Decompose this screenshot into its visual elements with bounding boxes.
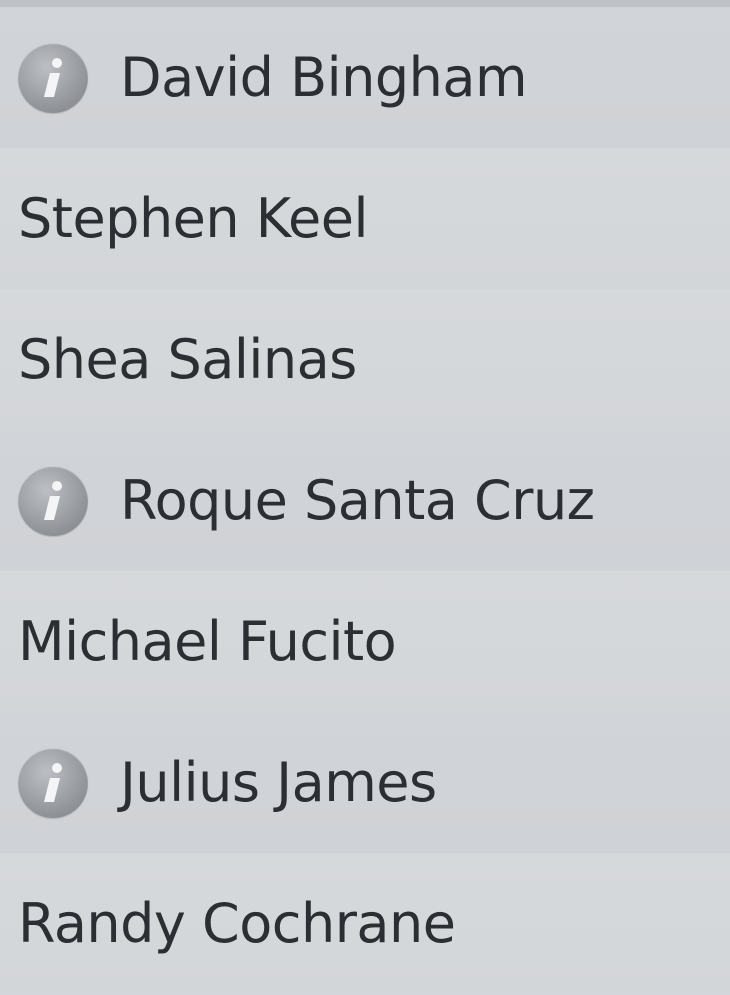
- player-name: Shea Salinas: [18, 328, 357, 391]
- info-icon[interactable]: [18, 465, 88, 536]
- player-row-randy-cochrane[interactable]: Randy Cochrane: [0, 853, 730, 994]
- player-row-roque-santa-cruz[interactable]: Roque Santa Cruz: [0, 430, 730, 571]
- info-icon[interactable]: [18, 747, 88, 818]
- info-icon[interactable]: [18, 42, 88, 113]
- player-name: Stephen Keel: [18, 187, 368, 250]
- player-list: David Bingham Stephen Keel Shea Salinas …: [0, 0, 730, 995]
- player-name: Roque Santa Cruz: [120, 469, 595, 532]
- player-row-david-bingham[interactable]: David Bingham: [0, 7, 730, 148]
- player-row-stephen-keel[interactable]: Stephen Keel: [0, 148, 730, 289]
- player-name: David Bingham: [120, 46, 528, 109]
- player-name: Michael Fucito: [18, 610, 397, 673]
- player-row-shea-salinas[interactable]: Shea Salinas: [0, 289, 730, 430]
- player-name: Julius James: [120, 751, 437, 814]
- player-name: Randy Cochrane: [18, 892, 456, 955]
- player-row-michael-fucito[interactable]: Michael Fucito: [0, 571, 730, 712]
- player-row-julius-james[interactable]: Julius James: [0, 712, 730, 853]
